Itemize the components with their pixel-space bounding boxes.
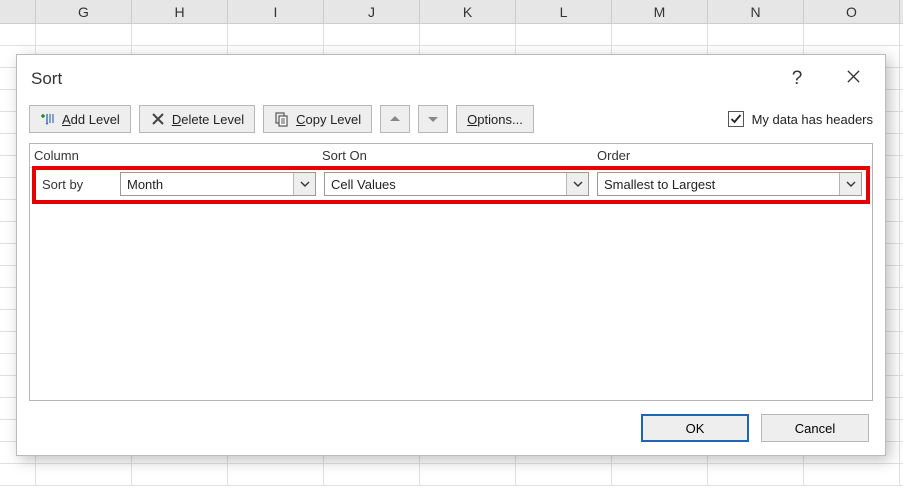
column-header[interactable]: K <box>420 0 516 23</box>
sort-dialog: Sort ? Add Level Delete Level <box>16 54 886 456</box>
chevron-down-icon <box>293 173 315 195</box>
column-header[interactable]: I <box>228 0 324 23</box>
column-header[interactable]: G <box>36 0 132 23</box>
delete-level-button[interactable]: Delete Level <box>139 105 255 133</box>
sorton-dropdown[interactable]: Cell Values <box>324 172 589 196</box>
move-up-button[interactable] <box>380 105 410 133</box>
sorton-dropdown-value: Cell Values <box>325 173 566 195</box>
help-button[interactable]: ? <box>779 68 815 90</box>
delete-level-icon <box>150 111 166 127</box>
header-sorton: Sort On <box>322 148 597 163</box>
header-column: Column <box>34 148 322 163</box>
column-header[interactable]: J <box>324 0 420 23</box>
dialog-titlebar: Sort ? <box>17 55 885 103</box>
column-header[interactable] <box>0 0 36 23</box>
dialog-title: Sort <box>31 69 779 89</box>
sort-level-row[interactable]: Sort by Month Cell Values Smallest to La… <box>40 172 862 196</box>
ok-button[interactable]: OK <box>641 414 749 442</box>
copy-level-icon <box>274 111 290 127</box>
headers-checkbox[interactable]: My data has headers <box>728 111 873 127</box>
grid-empty-area <box>30 204 872 400</box>
sortby-label: Sort by <box>40 177 112 192</box>
chevron-down-icon <box>839 173 861 195</box>
add-level-button[interactable]: Add Level <box>29 105 131 133</box>
order-dropdown-value: Smallest to Largest <box>598 173 839 195</box>
cancel-button[interactable]: Cancel <box>761 414 869 442</box>
close-icon <box>846 69 861 84</box>
highlight-box: Sort by Month Cell Values Smallest to La… <box>32 166 870 204</box>
column-header[interactable]: H <box>132 0 228 23</box>
checkbox-box <box>728 111 744 127</box>
column-dropdown-value: Month <box>121 173 293 195</box>
sort-grid: Column Sort On Order Sort by Month Cell … <box>29 143 873 401</box>
column-header[interactable]: L <box>516 0 612 23</box>
options-button[interactable]: Options... <box>456 105 534 133</box>
copy-level-button[interactable]: Copy Level <box>263 105 372 133</box>
column-header-row: G H I J K L M N O <box>0 0 903 24</box>
arrow-up-icon <box>387 111 403 127</box>
column-header[interactable]: M <box>612 0 708 23</box>
column-header[interactable]: N <box>708 0 804 23</box>
chevron-down-icon <box>566 173 588 195</box>
add-level-icon <box>40 111 56 127</box>
move-down-button[interactable] <box>418 105 448 133</box>
order-dropdown[interactable]: Smallest to Largest <box>597 172 862 196</box>
dialog-footer: OK Cancel <box>17 401 885 455</box>
column-dropdown[interactable]: Month <box>120 172 316 196</box>
grid-header-row: Column Sort On Order <box>30 144 872 168</box>
arrow-down-icon <box>425 111 441 127</box>
header-order: Order <box>597 148 872 163</box>
close-button[interactable] <box>835 69 871 89</box>
column-header[interactable]: O <box>804 0 900 23</box>
checkmark-icon <box>730 113 742 125</box>
toolbar: Add Level Delete Level Copy Level Option… <box>17 103 885 143</box>
